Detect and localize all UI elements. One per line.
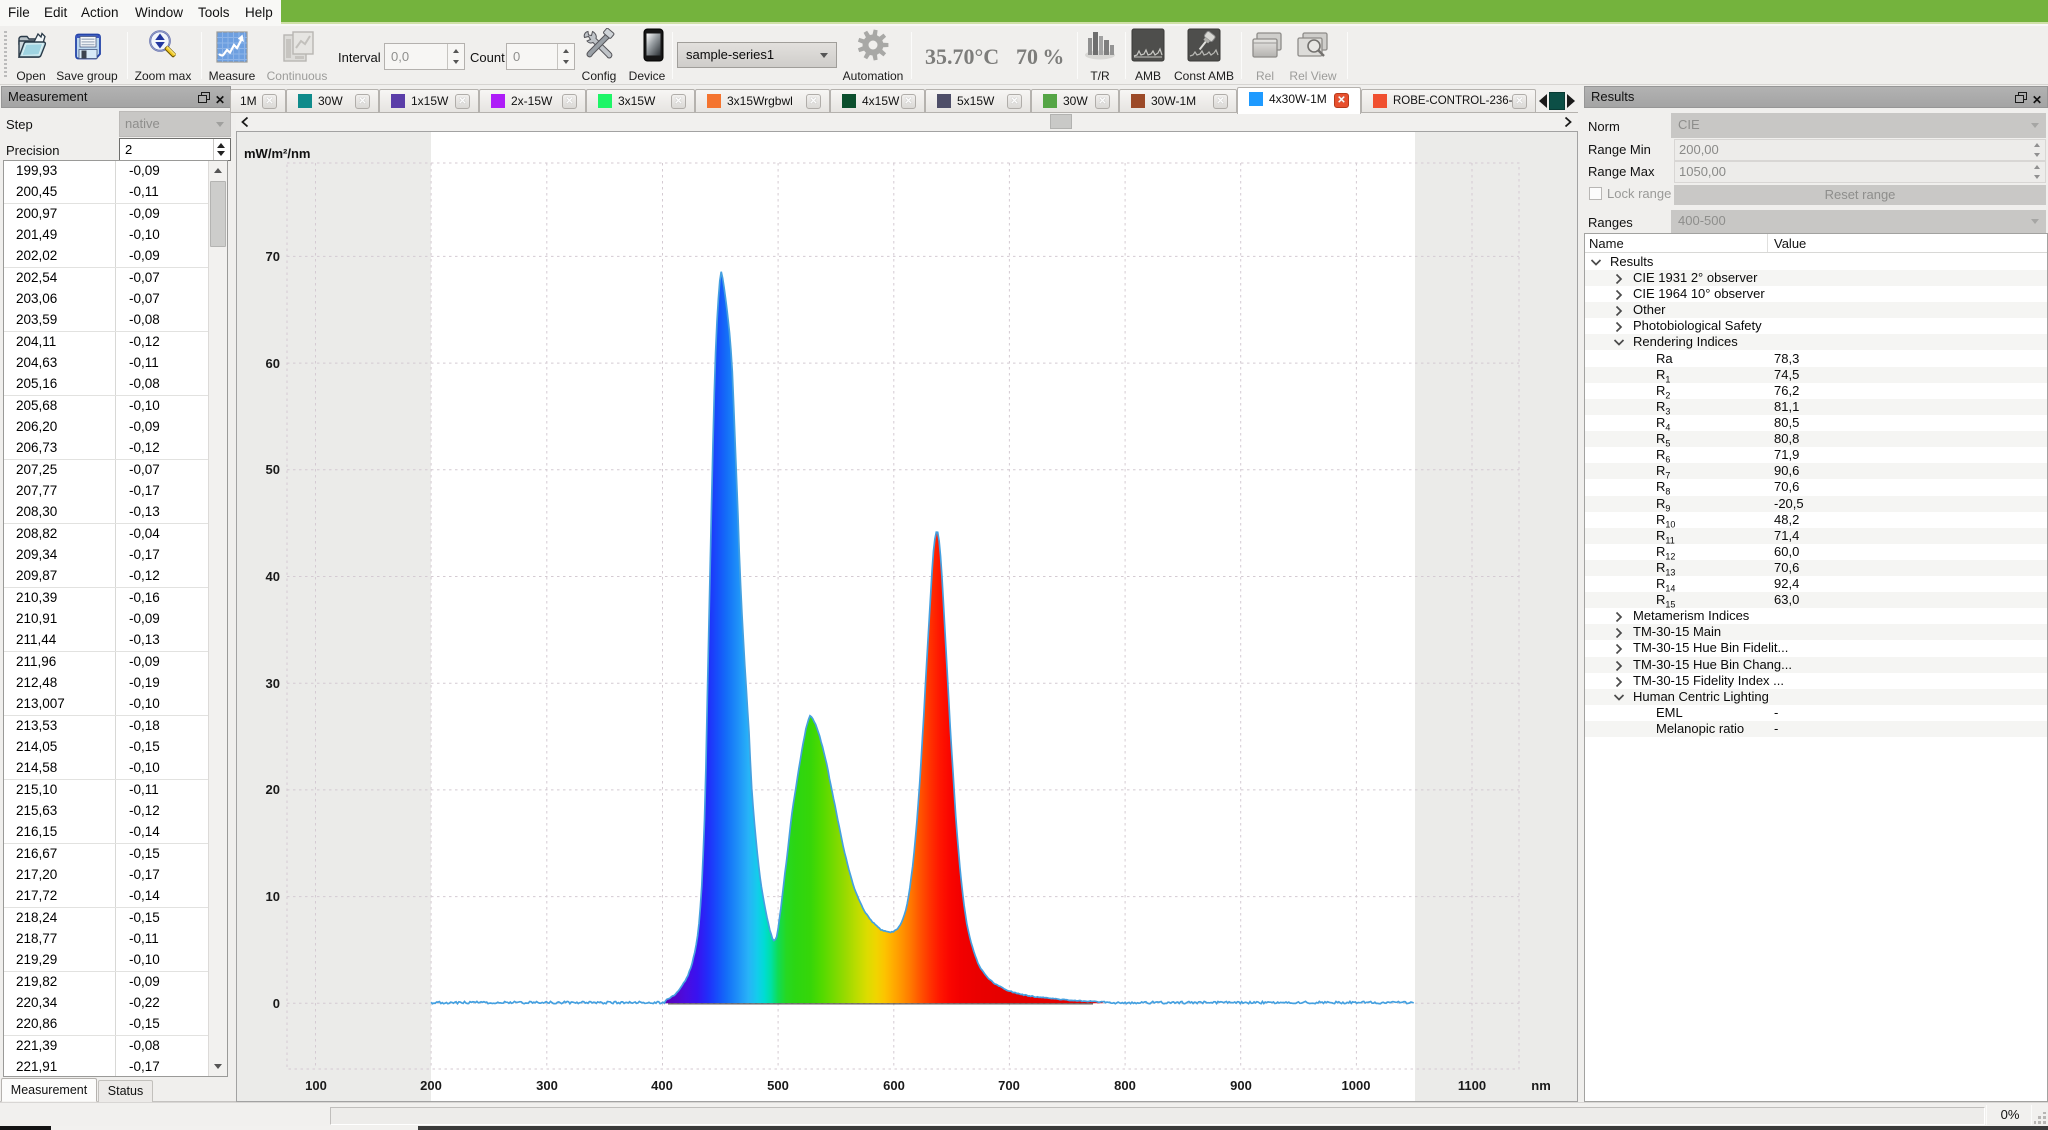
svg-text:nm: nm <box>1531 1078 1551 1093</box>
svg-text:300: 300 <box>536 1078 558 1093</box>
svg-text:600: 600 <box>883 1078 905 1093</box>
svg-text:500: 500 <box>767 1078 789 1093</box>
svg-text:0: 0 <box>273 996 280 1011</box>
svg-text:60: 60 <box>266 356 280 371</box>
svg-text:1000: 1000 <box>1342 1078 1371 1093</box>
svg-text:900: 900 <box>1230 1078 1252 1093</box>
svg-text:100: 100 <box>305 1078 327 1093</box>
svg-text:800: 800 <box>1114 1078 1136 1093</box>
svg-text:400: 400 <box>651 1078 673 1093</box>
svg-text:20: 20 <box>266 782 280 797</box>
svg-text:10: 10 <box>266 889 280 904</box>
svg-text:mW/m²/nm: mW/m²/nm <box>244 146 310 161</box>
svg-text:1100: 1100 <box>1458 1078 1486 1093</box>
svg-text:40: 40 <box>266 569 280 584</box>
svg-text:50: 50 <box>266 462 280 477</box>
svg-text:700: 700 <box>998 1078 1020 1093</box>
svg-text:200: 200 <box>420 1078 442 1093</box>
svg-text:70: 70 <box>266 249 280 264</box>
svg-text:30: 30 <box>266 676 280 691</box>
